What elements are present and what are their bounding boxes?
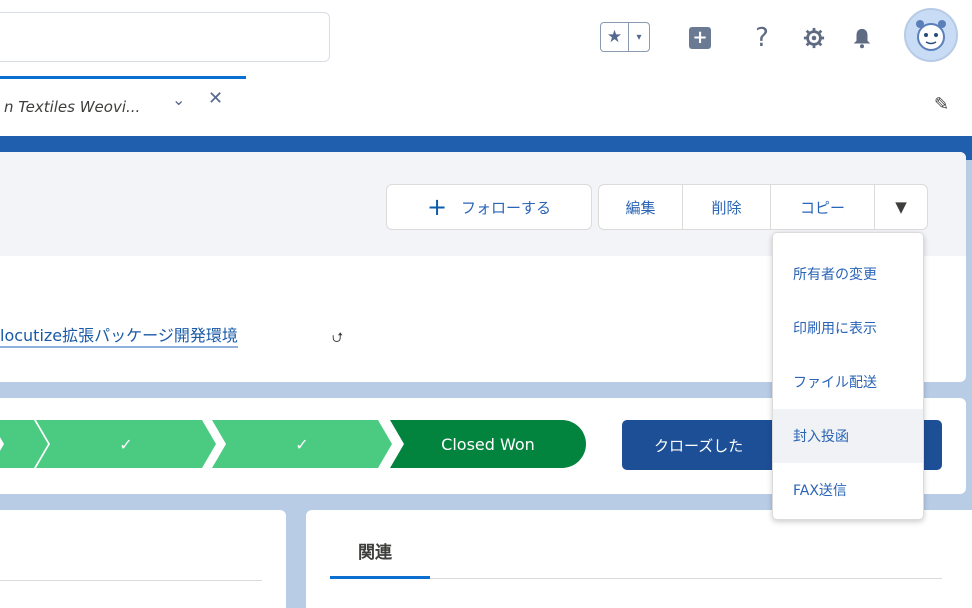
close-icon[interactable]: ✕ <box>208 88 223 109</box>
menu-item-printable-view[interactable]: 印刷用に表示 <box>773 301 923 355</box>
tab-label: n Textiles Weovi... <box>4 97 141 116</box>
change-owner-icon[interactable]: ⮍ <box>332 327 343 351</box>
menu-item-mail-enclosure[interactable]: 封入投函 <box>773 409 923 463</box>
path-stage-label: Closed Won <box>441 434 535 454</box>
global-header: ★ ▾ + ? <box>0 0 972 72</box>
action-button-group: 編集 削除 コピー ▼ <box>598 184 928 230</box>
notifications-bell-icon[interactable] <box>848 24 876 52</box>
help-icon[interactable]: ? <box>748 23 776 53</box>
menu-item-change-owner[interactable]: 所有者の変更 <box>773 247 923 301</box>
caret-down-icon: ▼ <box>895 198 907 216</box>
gear-icon <box>803 27 825 49</box>
astro-avatar-icon <box>916 20 946 51</box>
delete-button[interactable]: 削除 <box>683 185 771 229</box>
favorites-star-icon[interactable]: ★ <box>601 23 629 51</box>
global-actions-icon[interactable]: + <box>686 24 714 52</box>
owner-link[interactable]: locutize拡張パッケージ開発環境 <box>0 322 238 348</box>
details-card <box>0 510 286 608</box>
divider <box>0 580 262 581</box>
check-icon: ✓ <box>295 434 309 454</box>
active-tab-indicator <box>330 576 430 579</box>
avatar[interactable] <box>904 8 958 62</box>
tab-related[interactable]: 関連 <box>358 538 392 563</box>
edit-button[interactable]: 編集 <box>599 185 683 229</box>
follow-button[interactable]: + フォローする <box>386 184 592 230</box>
more-actions-menu: 所有者の変更 印刷用に表示 ファイル配送 封入投函 FAX送信 <box>772 232 924 520</box>
menu-item-send-fax[interactable]: FAX送信 <box>773 463 923 517</box>
chevron-down-icon[interactable]: ⌄ <box>172 90 185 109</box>
edit-nav-pencil-icon[interactable]: ✎ <box>934 94 949 115</box>
plus-icon: + <box>426 193 448 221</box>
workspace-tab-bar: n Textiles Weovi... ⌄ ✕ ✎ <box>0 72 972 136</box>
path-stage-closed-won[interactable]: Closed Won <box>390 420 586 468</box>
more-actions-button[interactable]: ▼ <box>875 185 927 229</box>
copy-button[interactable]: コピー <box>771 185 875 229</box>
mark-stage-label: クローズした <box>654 436 744 455</box>
plus-icon: + <box>689 27 711 49</box>
setup-gear-icon[interactable] <box>800 24 828 52</box>
follow-label: フォローする <box>461 198 552 217</box>
bell-icon <box>853 28 871 49</box>
related-card: 関連 <box>306 510 972 608</box>
favorites-dropdown-icon[interactable]: ▾ <box>629 23 649 51</box>
path-stage-2[interactable]: ✓ <box>36 420 216 468</box>
favorites-group: ★ ▾ <box>600 22 650 52</box>
divider <box>430 578 942 579</box>
menu-item-file-delivery[interactable]: ファイル配送 <box>773 355 923 409</box>
path-stage-3[interactable]: ✓ <box>212 420 392 468</box>
search-input[interactable] <box>0 12 330 62</box>
check-icon: ✓ <box>119 434 133 454</box>
